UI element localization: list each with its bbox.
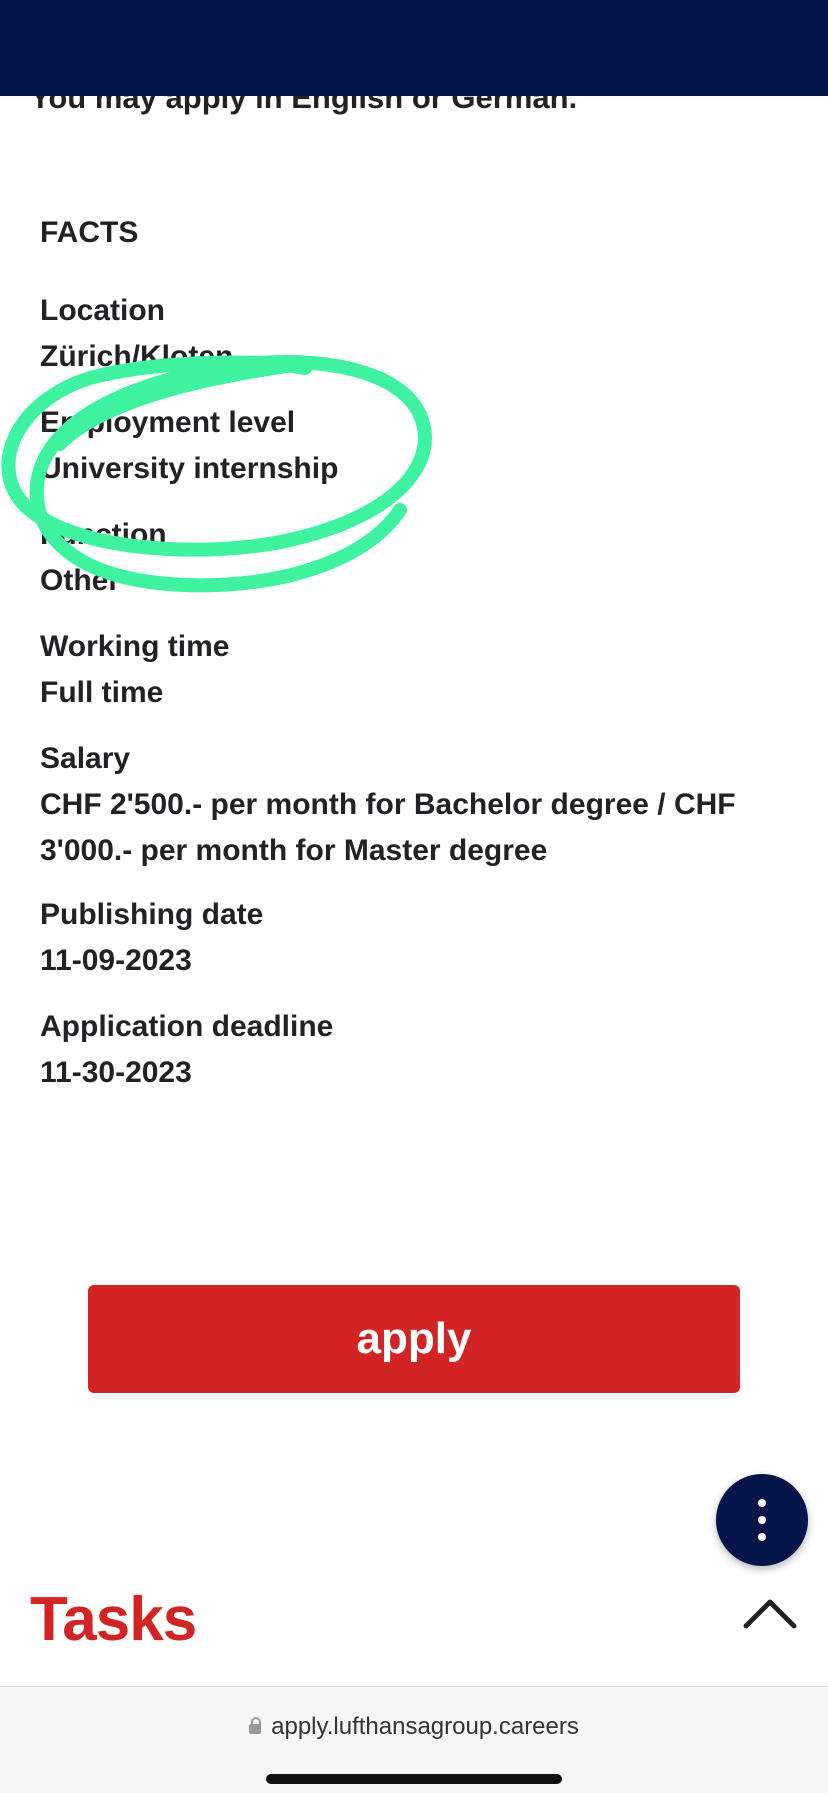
fact-application-deadline: Application deadline 11-30-2023 [40,1004,800,1096]
fact-value: Other [40,564,121,597]
facts-heading: FACTS [40,216,139,249]
url-text: apply.lufthansagroup.careers [271,1713,579,1740]
fact-label: Location [40,294,165,327]
fact-working-time: Working time Full time [40,624,800,716]
fact-label: Function [40,518,167,551]
fact-label: Working time [40,630,230,663]
fact-label: Application deadline [40,1010,334,1043]
lock-icon [249,1717,262,1734]
wifi-icon [698,35,732,61]
apply-button[interactable]: apply [88,1285,740,1393]
fact-function: Function Other [40,512,800,604]
signal-icon [652,36,689,62]
more-vertical-icon [758,1499,766,1507]
battery-charging-icon [740,37,793,61]
fact-label: Employment level [40,406,296,439]
tasks-heading[interactable]: Tasks [30,1584,197,1655]
status-time: 23:31 [60,14,150,52]
fact-label: Publishing date [40,898,264,931]
fact-value: 11-09-2023 [40,944,192,977]
chevron-up-icon[interactable] [742,1594,798,1630]
home-indicator[interactable] [266,1774,562,1784]
more-vertical-icon-dot [758,1516,766,1524]
fact-publishing-date: Publishing date 11-09-2023 [40,892,800,984]
url-display[interactable]: apply.lufthansagroup.careers [0,1713,828,1741]
fact-label: Salary [40,742,131,775]
fact-location: Location Zürich/Kloten [40,288,800,380]
fact-value: Full time [40,676,164,709]
language-note: You may apply in English or German. [30,80,578,115]
fact-value: 11-30-2023 [40,1056,192,1089]
fact-value: University internship [40,452,339,485]
fact-employment-level: Employment level University internship [40,400,800,492]
fact-value: Zürich/Kloten [40,340,234,373]
more-options-button[interactable] [716,1474,808,1566]
fact-value: CHF 2'500.- per month for Bachelor degre… [40,788,736,867]
more-vertical-icon-dot [758,1533,766,1541]
fact-salary: Salary CHF 2'500.- per month for Bachelo… [40,736,800,874]
